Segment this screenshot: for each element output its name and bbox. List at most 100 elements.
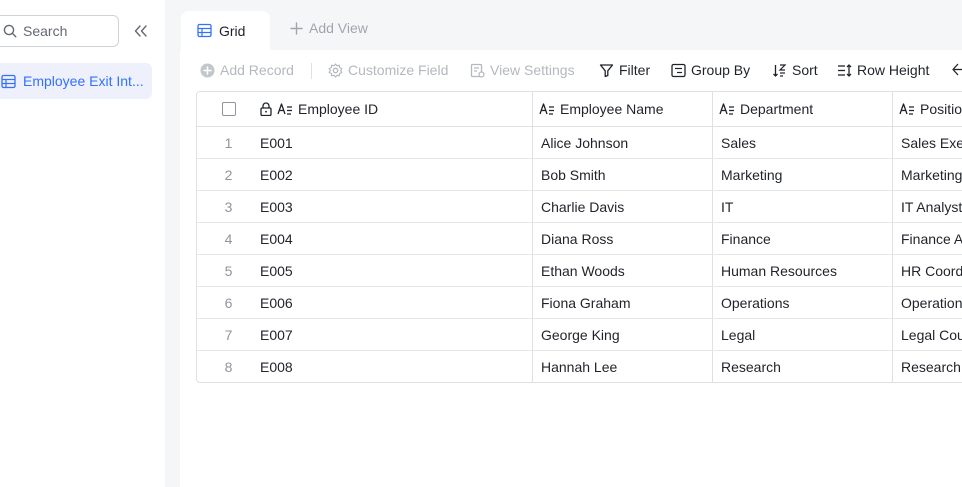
department-cell[interactable]: Marketing	[712, 159, 892, 190]
position-cell[interactable]: Operation	[892, 287, 962, 318]
department-cell[interactable]: Research	[712, 351, 892, 382]
column-header-department[interactable]: Department	[712, 92, 892, 126]
gear-icon	[328, 62, 343, 78]
text-field-icon	[899, 102, 915, 116]
employee-name-cell[interactable]: Fiona Graham	[532, 287, 712, 318]
table-row[interactable]: 1 E001 Alice Johnson Sales Sales Exe	[197, 127, 962, 159]
employee-name-cell[interactable]: Alice Johnson	[532, 127, 712, 158]
employee-name-cell[interactable]: Charlie Davis	[532, 191, 712, 222]
filter-icon	[599, 63, 614, 78]
sort-button[interactable]: Sort	[772, 62, 818, 78]
table-row[interactable]: 6 E006 Fiona Graham Operations Operation	[197, 287, 962, 319]
select-all-checkbox[interactable]	[221, 102, 236, 116]
employee-id-cell[interactable]: E006	[260, 287, 532, 318]
column-header-label: Positio	[920, 101, 962, 117]
cell-text: Marketing	[901, 166, 962, 183]
cell-text: IT Analyst	[901, 198, 962, 215]
cell-text: E004	[260, 230, 293, 247]
tab-grid[interactable]: Grid	[181, 11, 270, 50]
cell-text: Sales Exe	[901, 134, 962, 151]
position-cell[interactable]: Sales Exe	[892, 127, 962, 158]
row-height-button[interactable]: Row Height	[837, 62, 929, 78]
data-grid: Employee ID Employee Name Department Pos…	[196, 91, 962, 383]
more-toolbar-button[interactable]	[951, 62, 962, 77]
table-header-row: Employee ID Employee Name Department Pos…	[197, 92, 962, 127]
row-height-icon	[837, 63, 852, 78]
search-input[interactable]: Search	[0, 15, 119, 47]
search-icon	[3, 24, 17, 38]
table-row[interactable]: 2 E002 Bob Smith Marketing Marketing	[197, 159, 962, 191]
employee-id-cell[interactable]: E002	[260, 159, 532, 190]
department-cell[interactable]: IT	[712, 191, 892, 222]
plus-circle-icon	[200, 63, 215, 78]
sidebar: Search Employee Exit Int...	[0, 0, 165, 487]
cell-text: Charlie Davis	[541, 198, 625, 215]
employee-name-cell[interactable]: Ethan Woods	[532, 255, 712, 286]
employee-name-cell[interactable]: Hannah Lee	[532, 351, 712, 382]
department-cell[interactable]: Operations	[712, 287, 892, 318]
department-cell[interactable]: Sales	[712, 127, 892, 158]
main-area: Grid Add View Add Record Customize Field	[180, 0, 962, 487]
employee-id-cell[interactable]: E008	[260, 351, 532, 382]
sidebar-item-employee-exit[interactable]: Employee Exit Int...	[0, 63, 152, 99]
toolbar: Add Record Customize Field View Settings…	[180, 50, 962, 90]
cell-text: Diana Ross	[541, 230, 614, 247]
department-cell[interactable]: Human Resources	[712, 255, 892, 286]
position-cell[interactable]: HR Coord	[892, 255, 962, 286]
row-number: 2	[224, 166, 233, 183]
select-all-cell	[197, 92, 260, 126]
add-view-button[interactable]: Add View	[290, 20, 368, 36]
table-row[interactable]: 5 E005 Ethan Woods Human Resources HR Co…	[197, 255, 962, 287]
employee-id-cell[interactable]: E007	[260, 319, 532, 350]
share-icon	[951, 62, 962, 77]
employee-id-cell[interactable]: E003	[260, 191, 532, 222]
filter-label: Filter	[619, 62, 651, 78]
table-row[interactable]: 3 E003 Charlie Davis IT IT Analyst	[197, 191, 962, 223]
employee-id-cell[interactable]: E001	[260, 127, 532, 158]
position-cell[interactable]: Research	[892, 351, 962, 382]
filter-button[interactable]: Filter	[599, 62, 650, 78]
cell-text: Research	[901, 359, 961, 375]
group-by-button[interactable]: Group By	[671, 62, 750, 78]
text-field-icon	[539, 102, 555, 116]
employee-name-cell[interactable]: Bob Smith	[532, 159, 712, 190]
cell-text: Legal	[721, 326, 756, 343]
department-cell[interactable]: Finance	[712, 223, 892, 254]
table-row[interactable]: 4 E004 Diana Ross Finance Finance A	[197, 223, 962, 255]
cell-text: Operation	[901, 294, 962, 311]
cell-text: E008	[260, 359, 293, 375]
cell-text: Human Resources	[721, 262, 837, 279]
position-cell[interactable]: IT Analyst	[892, 191, 962, 222]
department-cell[interactable]: Legal	[712, 319, 892, 350]
customize-field-button[interactable]: Customize Field	[328, 62, 448, 78]
cell-text: E007	[260, 326, 293, 343]
column-header-position[interactable]: Positio	[892, 92, 962, 126]
plus-icon	[290, 21, 303, 35]
add-record-button[interactable]: Add Record	[200, 62, 294, 78]
collapse-sidebar-button[interactable]	[132, 22, 150, 40]
table-row[interactable]: 8 E008 Hannah Lee Research Research	[197, 351, 962, 382]
column-header-employee-id[interactable]: Employee ID	[260, 92, 532, 126]
table-row[interactable]: 7 E007 George King Legal Legal Cou	[197, 319, 962, 351]
employee-id-cell[interactable]: E004	[260, 223, 532, 254]
customize-field-label: Customize Field	[348, 62, 449, 78]
position-cell[interactable]: Marketing	[892, 159, 962, 190]
view-settings-button[interactable]: View Settings	[470, 62, 575, 78]
cell-text: Research	[721, 359, 781, 375]
employee-id-cell[interactable]: E005	[260, 255, 532, 286]
employee-name-cell[interactable]: Diana Ross	[532, 223, 712, 254]
position-cell[interactable]: Finance A	[892, 223, 962, 254]
cell-text: George King	[541, 326, 620, 343]
column-header-label: Employee Name	[560, 101, 664, 117]
view-settings-icon	[470, 63, 485, 78]
column-header-label: Employee ID	[298, 101, 379, 117]
text-field-icon	[719, 102, 735, 116]
group-by-label: Group By	[691, 62, 751, 78]
cell-text: Marketing	[721, 166, 783, 183]
column-header-employee-name[interactable]: Employee Name	[532, 92, 712, 126]
row-number: 5	[224, 262, 233, 279]
employee-name-cell[interactable]: George King	[532, 319, 712, 350]
add-record-label: Add Record	[220, 62, 294, 78]
cell-text: E006	[260, 294, 293, 311]
position-cell[interactable]: Legal Cou	[892, 319, 962, 350]
